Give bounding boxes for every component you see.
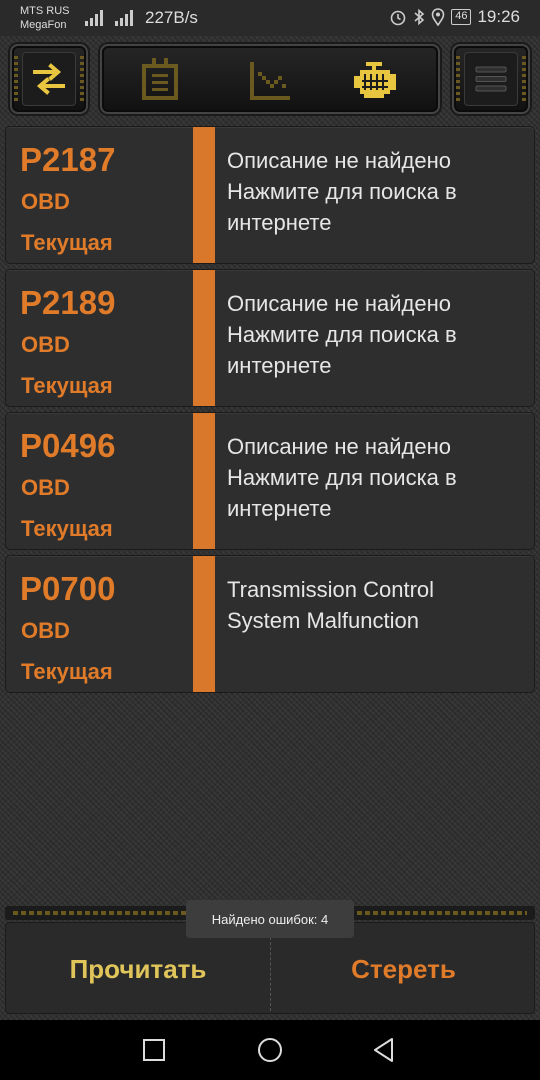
- alarm-icon: [390, 10, 406, 26]
- error-description: Transmission Control System Malfunction: [227, 574, 527, 636]
- error-source: OBD: [21, 332, 70, 357]
- error-state: Текущая: [21, 516, 113, 541]
- error-code-item[interactable]: P2187 OBD Текущая Описание не найдено На…: [5, 126, 535, 264]
- decor-ticks: [80, 56, 84, 102]
- clock: 19:26: [477, 7, 520, 26]
- severity-bar: [193, 270, 215, 406]
- location-icon: [431, 8, 445, 26]
- network-speed: 227B/s: [145, 8, 198, 27]
- signal-icon: [85, 10, 103, 26]
- error-source: OBD: [21, 475, 70, 500]
- home-icon[interactable]: [256, 1036, 284, 1064]
- error-source: OBD: [21, 189, 70, 214]
- error-state: Текущая: [21, 659, 113, 684]
- description-line: интернете: [227, 353, 332, 378]
- status-bar: MTS RUS MegaFon 227B/s 46 19:26: [0, 0, 540, 36]
- error-code-item[interactable]: P2189 OBD Текущая Описание не найдено На…: [5, 269, 535, 407]
- description-line: Нажмите для поиска в: [227, 322, 457, 347]
- connection-button-face: [22, 52, 76, 106]
- menu-icon: [475, 66, 507, 92]
- menu-button-face: [464, 52, 518, 106]
- status-right: 46 19:26: [389, 7, 520, 27]
- dashboard-icon[interactable]: [136, 58, 184, 104]
- severity-bar: [193, 127, 215, 263]
- error-code: P0496: [20, 427, 116, 464]
- carrier-2: MegaFon: [20, 19, 67, 31]
- decor-ticks: [456, 56, 460, 102]
- description-line: интернете: [227, 496, 332, 521]
- error-description: Описание не найдено Нажмите для поиска в…: [227, 288, 527, 381]
- error-code-list: P2187 OBD Текущая Описание не найдено На…: [5, 126, 535, 698]
- battery-indicator: 46: [451, 9, 472, 25]
- decor-ticks: [522, 56, 526, 102]
- carrier-info: MTS RUS MegaFon: [20, 4, 70, 32]
- description-line: интернете: [227, 210, 332, 235]
- description-line: Transmission Control: [227, 577, 435, 602]
- recents-icon[interactable]: [140, 1036, 168, 1064]
- signal-icon-2: [115, 10, 133, 26]
- severity-bar: [193, 413, 215, 549]
- menu-button[interactable]: [452, 44, 530, 114]
- description-line: System Malfunction: [227, 608, 419, 633]
- system-nav-bar: [0, 1020, 540, 1080]
- description-line: Описание не найдено: [227, 148, 451, 173]
- error-code-item[interactable]: P0700 OBD Текущая Transmission Control S…: [5, 555, 535, 693]
- error-description: Описание не найдено Нажмите для поиска в…: [227, 145, 527, 238]
- carrier-1: MTS RUS: [20, 5, 70, 17]
- error-state: Текущая: [21, 373, 113, 398]
- toolbar: [0, 38, 540, 120]
- severity-bar: [193, 556, 215, 692]
- error-code: P2187: [20, 141, 116, 178]
- error-code-item[interactable]: P0496 OBD Текущая Описание не найдено На…: [5, 412, 535, 550]
- mode-icons: [102, 46, 438, 112]
- error-source: OBD: [21, 618, 70, 643]
- back-icon[interactable]: [370, 1036, 398, 1064]
- error-code: P0700: [20, 570, 116, 607]
- swap-arrows-icon: [33, 63, 65, 95]
- engine-icon[interactable]: [352, 58, 400, 104]
- description-line: Нажмите для поиска в: [227, 465, 457, 490]
- toast-message: Найдено ошибок: 4: [186, 900, 354, 938]
- description-line: Описание не найдено: [227, 291, 451, 316]
- error-code: P2189: [20, 284, 116, 321]
- decor-ticks: [14, 56, 18, 102]
- bluetooth-icon: [414, 8, 425, 26]
- graph-icon[interactable]: [246, 58, 294, 104]
- error-description: Описание не найдено Нажмите для поиска в…: [227, 431, 527, 524]
- connection-button[interactable]: [10, 44, 88, 114]
- description-line: Описание не найдено: [227, 434, 451, 459]
- error-state: Текущая: [21, 230, 113, 255]
- mode-switcher: [100, 44, 440, 114]
- description-line: Нажмите для поиска в: [227, 179, 457, 204]
